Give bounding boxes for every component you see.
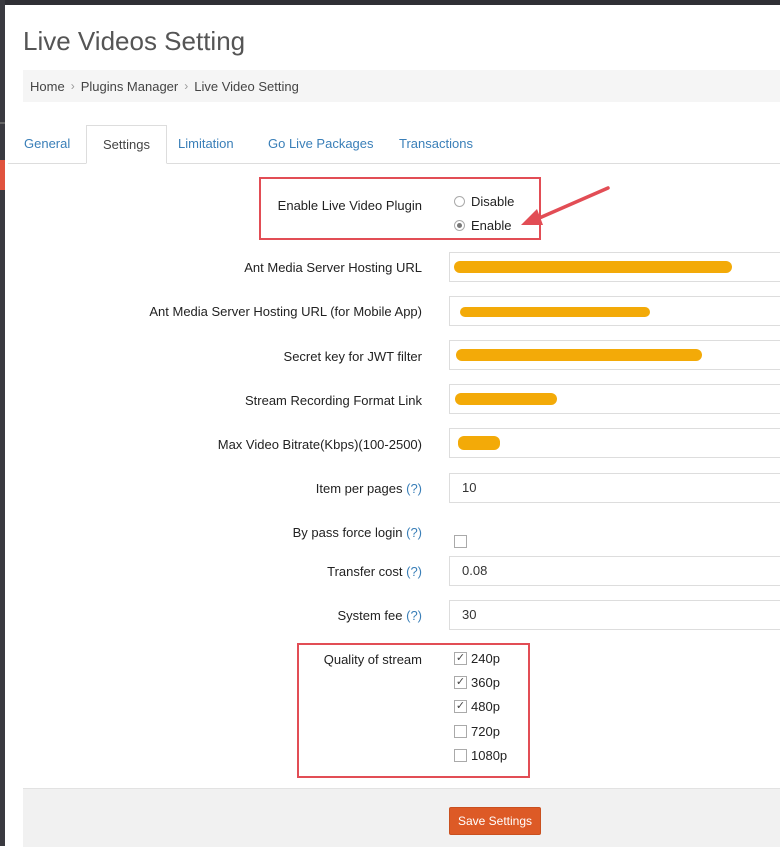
system-fee-label: System fee (?) [337,608,422,623]
bypass-login-checkbox[interactable] [454,535,467,548]
quality-option-label: 1080p [471,748,508,763]
item-per-pages-text: Item per pages [315,481,403,496]
quality-option-label: 240p [471,651,500,666]
max-bitrate-input[interactable] [449,428,780,458]
checkbox-checked[interactable]: ✓ [454,676,467,689]
redacted-value [456,349,702,361]
jwt-secret-input[interactable] [449,340,780,370]
max-bitrate-label: Max Video Bitrate(Kbps)(100-2500) [217,437,422,452]
item-per-pages-input[interactable]: 10 [449,473,780,503]
ant-media-url-label: Ant Media Server Hosting URL [244,260,422,275]
help-icon[interactable]: (?) [406,481,422,496]
tab-settings[interactable]: Settings [86,125,167,164]
breadcrumb-current: Live Video Setting [194,78,299,94]
breadcrumb-plugins-manager[interactable]: Plugins Manager [81,79,179,94]
tab-bar: General Settings Limitation Go Live Pack… [8,125,780,164]
system-fee-text: System fee [337,608,403,623]
radio-disable[interactable]: Disable [454,194,514,209]
redacted-value [458,436,500,450]
quality-option-label: 480p [471,699,500,714]
ant-media-url-input[interactable] [449,252,780,282]
chevron-right-icon: › [70,79,75,93]
left-sidebar-active-marker [0,160,5,190]
system-fee-input[interactable]: 30 [449,600,780,630]
radio-disable-label: Disable [471,194,515,209]
checkbox-checked[interactable]: ✓ [454,700,467,713]
left-sidebar-strip [0,0,5,846]
quality-option-label: 720p [471,724,500,739]
save-settings-button[interactable]: Save Settings [449,807,541,835]
item-per-pages-label: Item per pages (?) [316,481,422,496]
checkbox-checked[interactable]: ✓ [454,652,467,665]
redacted-value [460,307,650,317]
quality-option-label: 360p [471,675,500,690]
redacted-value [454,261,732,273]
radio-circle-selected[interactable] [454,220,465,231]
tab-go-live-packages[interactable]: Go Live Packages [252,125,390,163]
tab-general[interactable]: General [8,125,86,163]
radio-enable[interactable]: Enable [454,218,511,233]
help-icon[interactable]: (?) [406,608,422,623]
radio-circle[interactable] [454,196,465,207]
checkbox-unchecked[interactable] [454,749,467,762]
arrow-annotation-icon [521,186,610,225]
recording-link-input[interactable] [449,384,780,414]
quality-option-1080p[interactable]: 1080p [454,748,507,763]
recording-link-label: Stream Recording Format Link [244,393,422,408]
transfer-cost-input[interactable]: 0.08 [449,556,780,586]
quality-option-360p[interactable]: ✓ 360p [454,675,500,690]
tab-limitation[interactable]: Limitation [162,125,250,163]
form-footer [23,788,780,847]
tab-transactions[interactable]: Transactions [383,125,489,163]
transfer-cost-label: Transfer cost (?) [327,564,422,579]
quality-option-480p[interactable]: ✓ 480p [454,699,500,714]
radio-enable-label: Enable [471,218,512,233]
redacted-value [455,393,557,405]
breadcrumb: Home › Plugins Manager › Live Video Sett… [23,70,780,102]
page-title: Live Videos Setting [23,26,246,56]
left-sidebar-divider [0,122,5,124]
ant-media-url-mobile-label: Ant Media Server Hosting URL (for Mobile… [149,304,422,319]
bypass-login-text: By pass force login [292,525,403,540]
ant-media-url-mobile-input[interactable] [449,296,780,326]
chevron-right-icon: › [184,79,189,93]
bypass-login-label: By pass force login (?) [293,525,422,540]
quality-option-720p[interactable]: 720p [454,724,500,739]
breadcrumb-home[interactable]: Home [30,79,65,94]
quality-label: Quality of stream [323,652,422,667]
jwt-secret-label: Secret key for JWT filter [283,349,422,364]
checkbox-unchecked[interactable] [454,725,467,738]
transfer-cost-text: Transfer cost [327,564,403,579]
quality-option-240p[interactable]: ✓ 240p [454,651,500,666]
enable-plugin-label: Enable Live Video Plugin [277,198,422,213]
top-strip [0,0,780,5]
help-icon[interactable]: (?) [406,564,422,579]
help-icon[interactable]: (?) [406,525,422,540]
